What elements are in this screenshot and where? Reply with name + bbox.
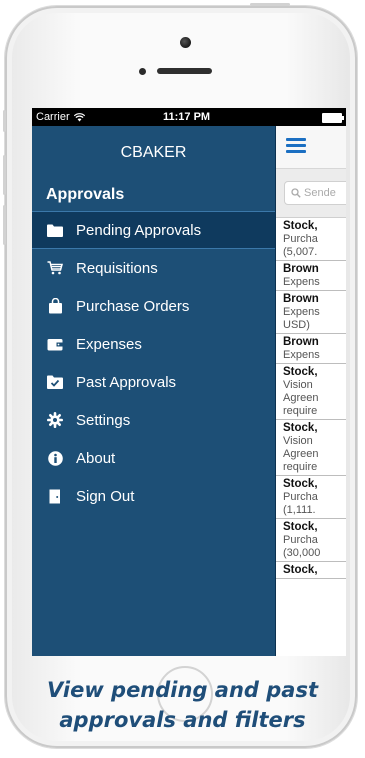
- menu-item-requisitions[interactable]: Requisitions: [32, 249, 275, 287]
- section-heading-approvals: Approvals: [46, 186, 125, 203]
- menu-item-pending-approvals[interactable]: Pending Approvals: [32, 211, 275, 249]
- username: CBAKER: [120, 144, 187, 161]
- search-icon: [291, 188, 301, 198]
- gear-icon: [45, 410, 65, 430]
- volume-up-button: [3, 155, 6, 195]
- status-time: 11:17 PM: [163, 111, 211, 123]
- carrier-label: Carrier: [36, 111, 70, 123]
- approvals-list-panel: Sende Stock, Purcha (5,007. Brown Expens Brow…: [275, 126, 346, 656]
- list-item-detail: USD): [283, 319, 310, 331]
- list-item-title: Stock,: [283, 564, 318, 576]
- top-bar: [276, 126, 346, 169]
- menu-label: About: [76, 449, 116, 467]
- list-item-title: Stock,: [283, 521, 318, 533]
- volume-down-button: [3, 205, 6, 245]
- search-input[interactable]: Sende: [284, 181, 346, 205]
- list-item-detail: Expens: [283, 276, 320, 288]
- list-item-title: Brown: [283, 293, 319, 305]
- list-item-detail: Agreen: [283, 392, 319, 404]
- search-placeholder: Sende: [304, 187, 336, 199]
- list-item[interactable]: Stock, Purcha (5,007.: [276, 218, 346, 261]
- list-item-detail: require: [283, 405, 318, 417]
- battery-icon: [322, 113, 344, 123]
- menu-label: Expenses: [76, 335, 142, 353]
- list-item-detail: (30,000: [283, 547, 321, 559]
- wifi-icon: [73, 112, 85, 121]
- list-item[interactable]: Stock, Vision Agreen require: [276, 364, 346, 420]
- menu-label: Settings: [76, 411, 131, 429]
- navigation-drawer: CBAKER Approvals Pending Approvals Requi…: [32, 126, 275, 656]
- list-item-title: Stock,: [283, 366, 318, 378]
- list-item-detail: require: [283, 461, 318, 473]
- caption-line-1: View pending and past: [47, 678, 318, 702]
- menu-item-about[interactable]: About: [32, 439, 275, 477]
- drawer-menu: Pending Approvals Requisitions Purchase …: [32, 211, 275, 515]
- menu-item-purchase-orders[interactable]: Purchase Orders: [32, 287, 275, 325]
- menu-label: Past Approvals: [76, 373, 177, 391]
- list-item-title: Stock,: [283, 422, 318, 434]
- list-item-detail: Vision: [283, 379, 313, 391]
- list-item-detail: Expens: [283, 349, 320, 361]
- list-item-detail: Expens: [283, 306, 320, 318]
- menu-item-past-approvals[interactable]: Past Approvals: [32, 363, 275, 401]
- list-item-detail: Vision: [283, 435, 313, 447]
- carrier: Carrier: [36, 111, 85, 123]
- list-item-title: Brown: [283, 336, 319, 348]
- folder-check-icon: [45, 372, 65, 392]
- menu-item-expenses[interactable]: Expenses: [32, 325, 275, 363]
- folder-icon: [45, 220, 65, 240]
- list-item-detail: (5,007.: [283, 246, 318, 258]
- status-bar: Carrier 11:17 PM: [32, 108, 346, 126]
- menu-label: Pending Approvals: [76, 221, 202, 239]
- hamburger-menu-icon[interactable]: [286, 138, 306, 154]
- list-item-title: Brown: [283, 263, 319, 275]
- info-icon: [45, 448, 65, 468]
- search-bar: Sende: [276, 169, 346, 218]
- list-item[interactable]: Stock, Purcha (1,111.: [276, 476, 346, 519]
- list-item[interactable]: Brown Expens: [276, 261, 346, 291]
- list-item-title: Stock,: [283, 478, 318, 490]
- caption-line-2: approvals and filters: [59, 708, 306, 732]
- menu-label: Requisitions: [76, 259, 158, 277]
- list-item-detail: Purcha: [283, 491, 318, 503]
- list-item[interactable]: Stock,: [276, 562, 346, 579]
- shopping-bag-icon: [45, 296, 65, 316]
- approvals-list: Stock, Purcha (5,007. Brown Expens Brown Expen…: [276, 218, 346, 579]
- list-item-detail: Agreen: [283, 448, 319, 460]
- list-item[interactable]: Brown Expens USD): [276, 291, 346, 334]
- sign-out-icon: [45, 486, 65, 506]
- wallet-icon: [45, 334, 65, 354]
- list-item-detail: Purcha: [283, 233, 318, 245]
- front-camera: [180, 37, 191, 48]
- menu-item-sign-out[interactable]: Sign Out: [32, 477, 275, 515]
- menu-label: Sign Out: [76, 487, 135, 505]
- power-button: [250, 3, 290, 6]
- mute-switch: [3, 110, 6, 132]
- list-item[interactable]: Stock, Purcha (30,000: [276, 519, 346, 562]
- list-item[interactable]: Brown Expens: [276, 334, 346, 364]
- list-item-title: Stock,: [283, 220, 318, 232]
- menu-item-settings[interactable]: Settings: [32, 401, 275, 439]
- app-screen: Carrier 11:17 PM CBAKER Approvals Pendin…: [32, 108, 346, 656]
- cart-icon: [45, 258, 65, 278]
- list-item[interactable]: Stock, Vision Agreen require: [276, 420, 346, 476]
- list-item-detail: (1,111.: [283, 504, 316, 516]
- proximity-sensor: [139, 68, 146, 75]
- caption: View pending and past approvals and filt…: [0, 675, 365, 735]
- earpiece-speaker: [157, 68, 212, 74]
- list-item-detail: Purcha: [283, 534, 318, 546]
- menu-label: Purchase Orders: [76, 297, 190, 315]
